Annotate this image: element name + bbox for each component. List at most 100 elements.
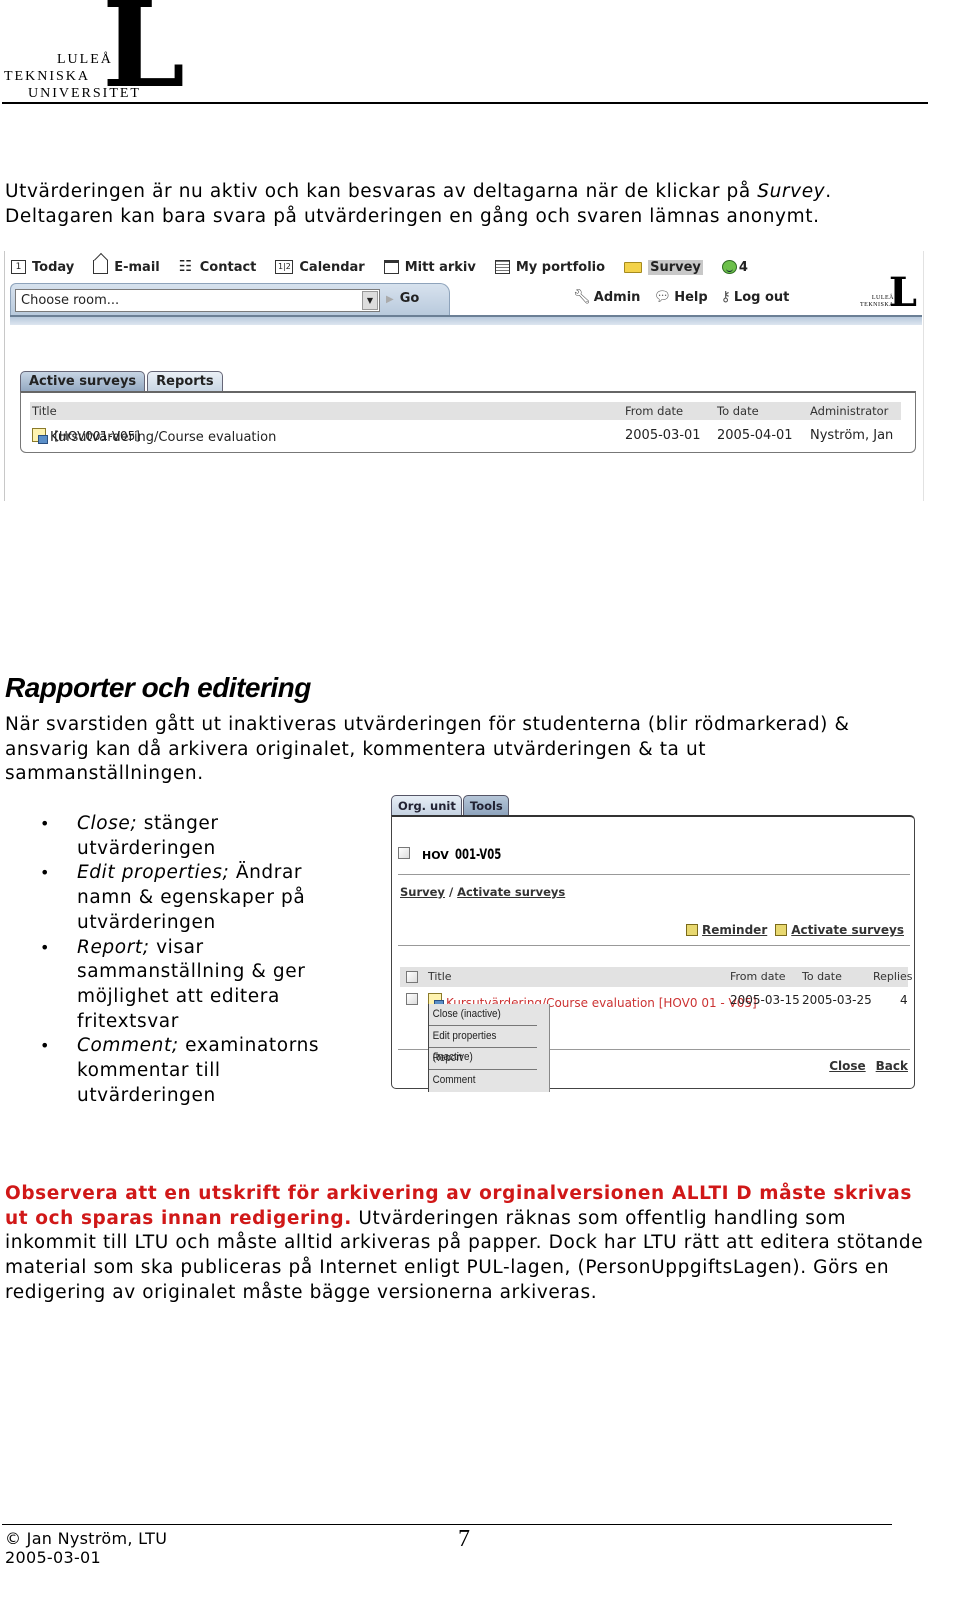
tab-tools[interactable]: Tools	[462, 795, 509, 815]
org-unit-line: HOV 001-V05	[398, 847, 513, 863]
header-divider	[2, 102, 928, 104]
survey-title-link[interactable]: Kursutvärdering/Course evaluation [HOV00…	[32, 428, 276, 445]
tab-org-unit[interactable]: Org. unit	[391, 795, 462, 815]
back-link[interactable]: Back	[876, 1059, 908, 1073]
intro-text: Utvärderingen är nu aktiv och kan besvar…	[5, 181, 758, 202]
calendar-icon: 1|2	[275, 260, 294, 274]
tab-reports[interactable]: Reports	[147, 371, 223, 391]
university-logo: L LULEÅ TEKNISKA UNIVERSITET	[2, 0, 202, 104]
mini-logo-text: LULEÅ TEKNISKA	[860, 295, 894, 309]
nav-online-users[interactable]: 4	[721, 259, 748, 275]
nav-calendar[interactable]: 1|2 Calendar	[275, 259, 365, 275]
mail-icon	[93, 260, 109, 274]
page-number: 7	[458, 1526, 470, 1552]
mini-logo-line-2: TEKNISKA	[860, 302, 894, 308]
survey-icon	[32, 428, 48, 444]
row-checkbox[interactable]	[406, 993, 418, 1005]
nav-label: E-mail	[114, 259, 160, 275]
intro-emphasis: Survey	[757, 181, 826, 202]
breadcrumb: Survey / Activate surveys	[400, 885, 565, 899]
nav-label: Today	[32, 259, 75, 275]
nav-mitt-arkiv[interactable]: Mitt arkiv	[383, 259, 476, 275]
tab-active-surveys[interactable]: Active surveys	[20, 371, 146, 391]
select-all-checkbox[interactable]	[406, 971, 418, 983]
col-to-date[interactable]: To date	[802, 970, 842, 983]
paragraph-line: sammanställningen.	[5, 763, 204, 785]
bullet-term: Comment;	[77, 1035, 179, 1057]
archive-icon	[383, 260, 399, 274]
breadcrumb-activate-surveys[interactable]: Activate surveys	[457, 885, 565, 899]
from-date: 2005-03-15	[730, 993, 800, 1007]
header-bar	[10, 315, 922, 325]
nav-survey[interactable]: Survey	[624, 259, 703, 275]
arrow-right-icon: ▶	[386, 294, 394, 305]
top-navigation: 1 Today E-mail Contact 1|2 Calendar Mitt a…	[11, 255, 767, 279]
menu-comment[interactable]: Comment	[429, 1070, 537, 1092]
close-link[interactable]: Close	[829, 1059, 865, 1073]
lms-screenshot-active-surveys: 1 Today E-mail Contact 1|2 Calendar Mitt a…	[4, 251, 924, 501]
help-label: Help	[674, 289, 708, 305]
activate-surveys-link[interactable]: Activate surveys	[775, 923, 904, 937]
room-select-value: Choose room...	[21, 293, 120, 308]
logo-line-3: UNIVERSITET	[28, 86, 141, 101]
menu-edit-properties-inactive[interactable]: Edit properties (inactive)	[429, 1026, 537, 1063]
bullet-report: Report; visar sammanställning & ger möjl…	[40, 936, 360, 1035]
nav-my-portfolio[interactable]: My portfolio	[494, 260, 605, 275]
chevron-down-icon[interactable]: ▼	[362, 291, 378, 310]
reminder-link[interactable]: Reminder	[686, 923, 767, 937]
unit-checkbox[interactable]	[398, 847, 410, 859]
unit-prefix: HOV	[422, 849, 449, 862]
logout-label: Log out	[733, 289, 790, 305]
col-to-date[interactable]: To date	[717, 404, 759, 418]
logout-link[interactable]: ⚷ Log out	[721, 289, 790, 305]
admin-link[interactable]: 🔧︎ Admin	[573, 289, 640, 305]
tools-panel: HOV 001-V05 Survey / Activate surveys Re…	[391, 815, 915, 1092]
col-title[interactable]: Title	[32, 404, 57, 418]
key-icon: ⚷	[720, 289, 731, 305]
nav-label: Calendar	[299, 259, 365, 275]
nav-today[interactable]: 1 Today	[11, 260, 74, 275]
intro-paragraph: Utvärderingen är nu aktiv och kan besvar…	[5, 180, 832, 229]
tools-tabs: Org. unit Tools	[391, 795, 510, 815]
unit-code: 001-V05	[454, 847, 502, 863]
nav-contact[interactable]: Contact	[179, 257, 257, 275]
table-header: Title From date To date Replies	[400, 967, 913, 987]
divider	[398, 945, 910, 946]
survey-actions: Reminder Activate surveys	[686, 923, 904, 937]
from-date: 2005-03-01	[625, 428, 701, 443]
go-button[interactable]: ▶ Go	[386, 291, 419, 306]
nav-label: Mitt arkiv	[404, 259, 476, 275]
menu-close-inactive[interactable]: Close (inactive)	[429, 1004, 537, 1026]
bullet-term: Edit properties;	[77, 862, 230, 884]
activate-label: Activate surveys	[791, 923, 904, 937]
intro-punct: .	[825, 181, 832, 202]
col-from-date[interactable]: From date	[730, 970, 786, 983]
col-replies[interactable]: Replies	[873, 970, 913, 983]
section-heading: Rapporter och editering	[5, 672, 311, 703]
contact-icon	[179, 257, 194, 275]
col-administrator[interactable]: Administrator	[810, 404, 888, 418]
intro-line-2: Deltagaren kan bara svara på utvärdering…	[5, 205, 820, 227]
paragraph-line: När svarstiden gått ut inaktiveras utvär…	[5, 714, 850, 735]
footer-divider	[2, 1524, 892, 1525]
survey-icon	[775, 924, 788, 936]
col-from-date[interactable]: From date	[625, 404, 683, 418]
to-date: 2005-03-25	[802, 993, 872, 1007]
menu-report[interactable]: Report	[429, 1048, 537, 1070]
to-date: 2005-04-01	[717, 428, 793, 443]
logo-line-1: LULEÅ	[57, 52, 113, 67]
survey-title: Kursutvärdering/Course evaluation	[50, 430, 277, 445]
breadcrumb-survey[interactable]: Survey	[400, 885, 445, 899]
reminder-label: Reminder	[702, 923, 768, 937]
online-count: 4	[738, 259, 748, 275]
help-link[interactable]: 💬︎ Help	[653, 289, 707, 305]
bullet-edit-properties: Edit properties; Ändrar namn & egenskape…	[40, 861, 360, 935]
bullet-close: Close; stänger utvärderingen	[40, 812, 360, 861]
administrator: Nyström, Jan	[810, 428, 894, 443]
choose-room-select[interactable]: Choose room... ▼	[15, 289, 380, 312]
table-row: Kursutvärdering/Course evaluation [HOV00…	[30, 426, 901, 446]
lms-screenshot-tools: Org. unit Tools HOV 001-V05 Survey / Act…	[388, 795, 918, 1092]
nav-email[interactable]: E-mail	[93, 260, 160, 275]
col-title[interactable]: Title	[428, 970, 452, 983]
mini-university-logo: L LULEÅ TEKNISKA	[849, 273, 919, 313]
